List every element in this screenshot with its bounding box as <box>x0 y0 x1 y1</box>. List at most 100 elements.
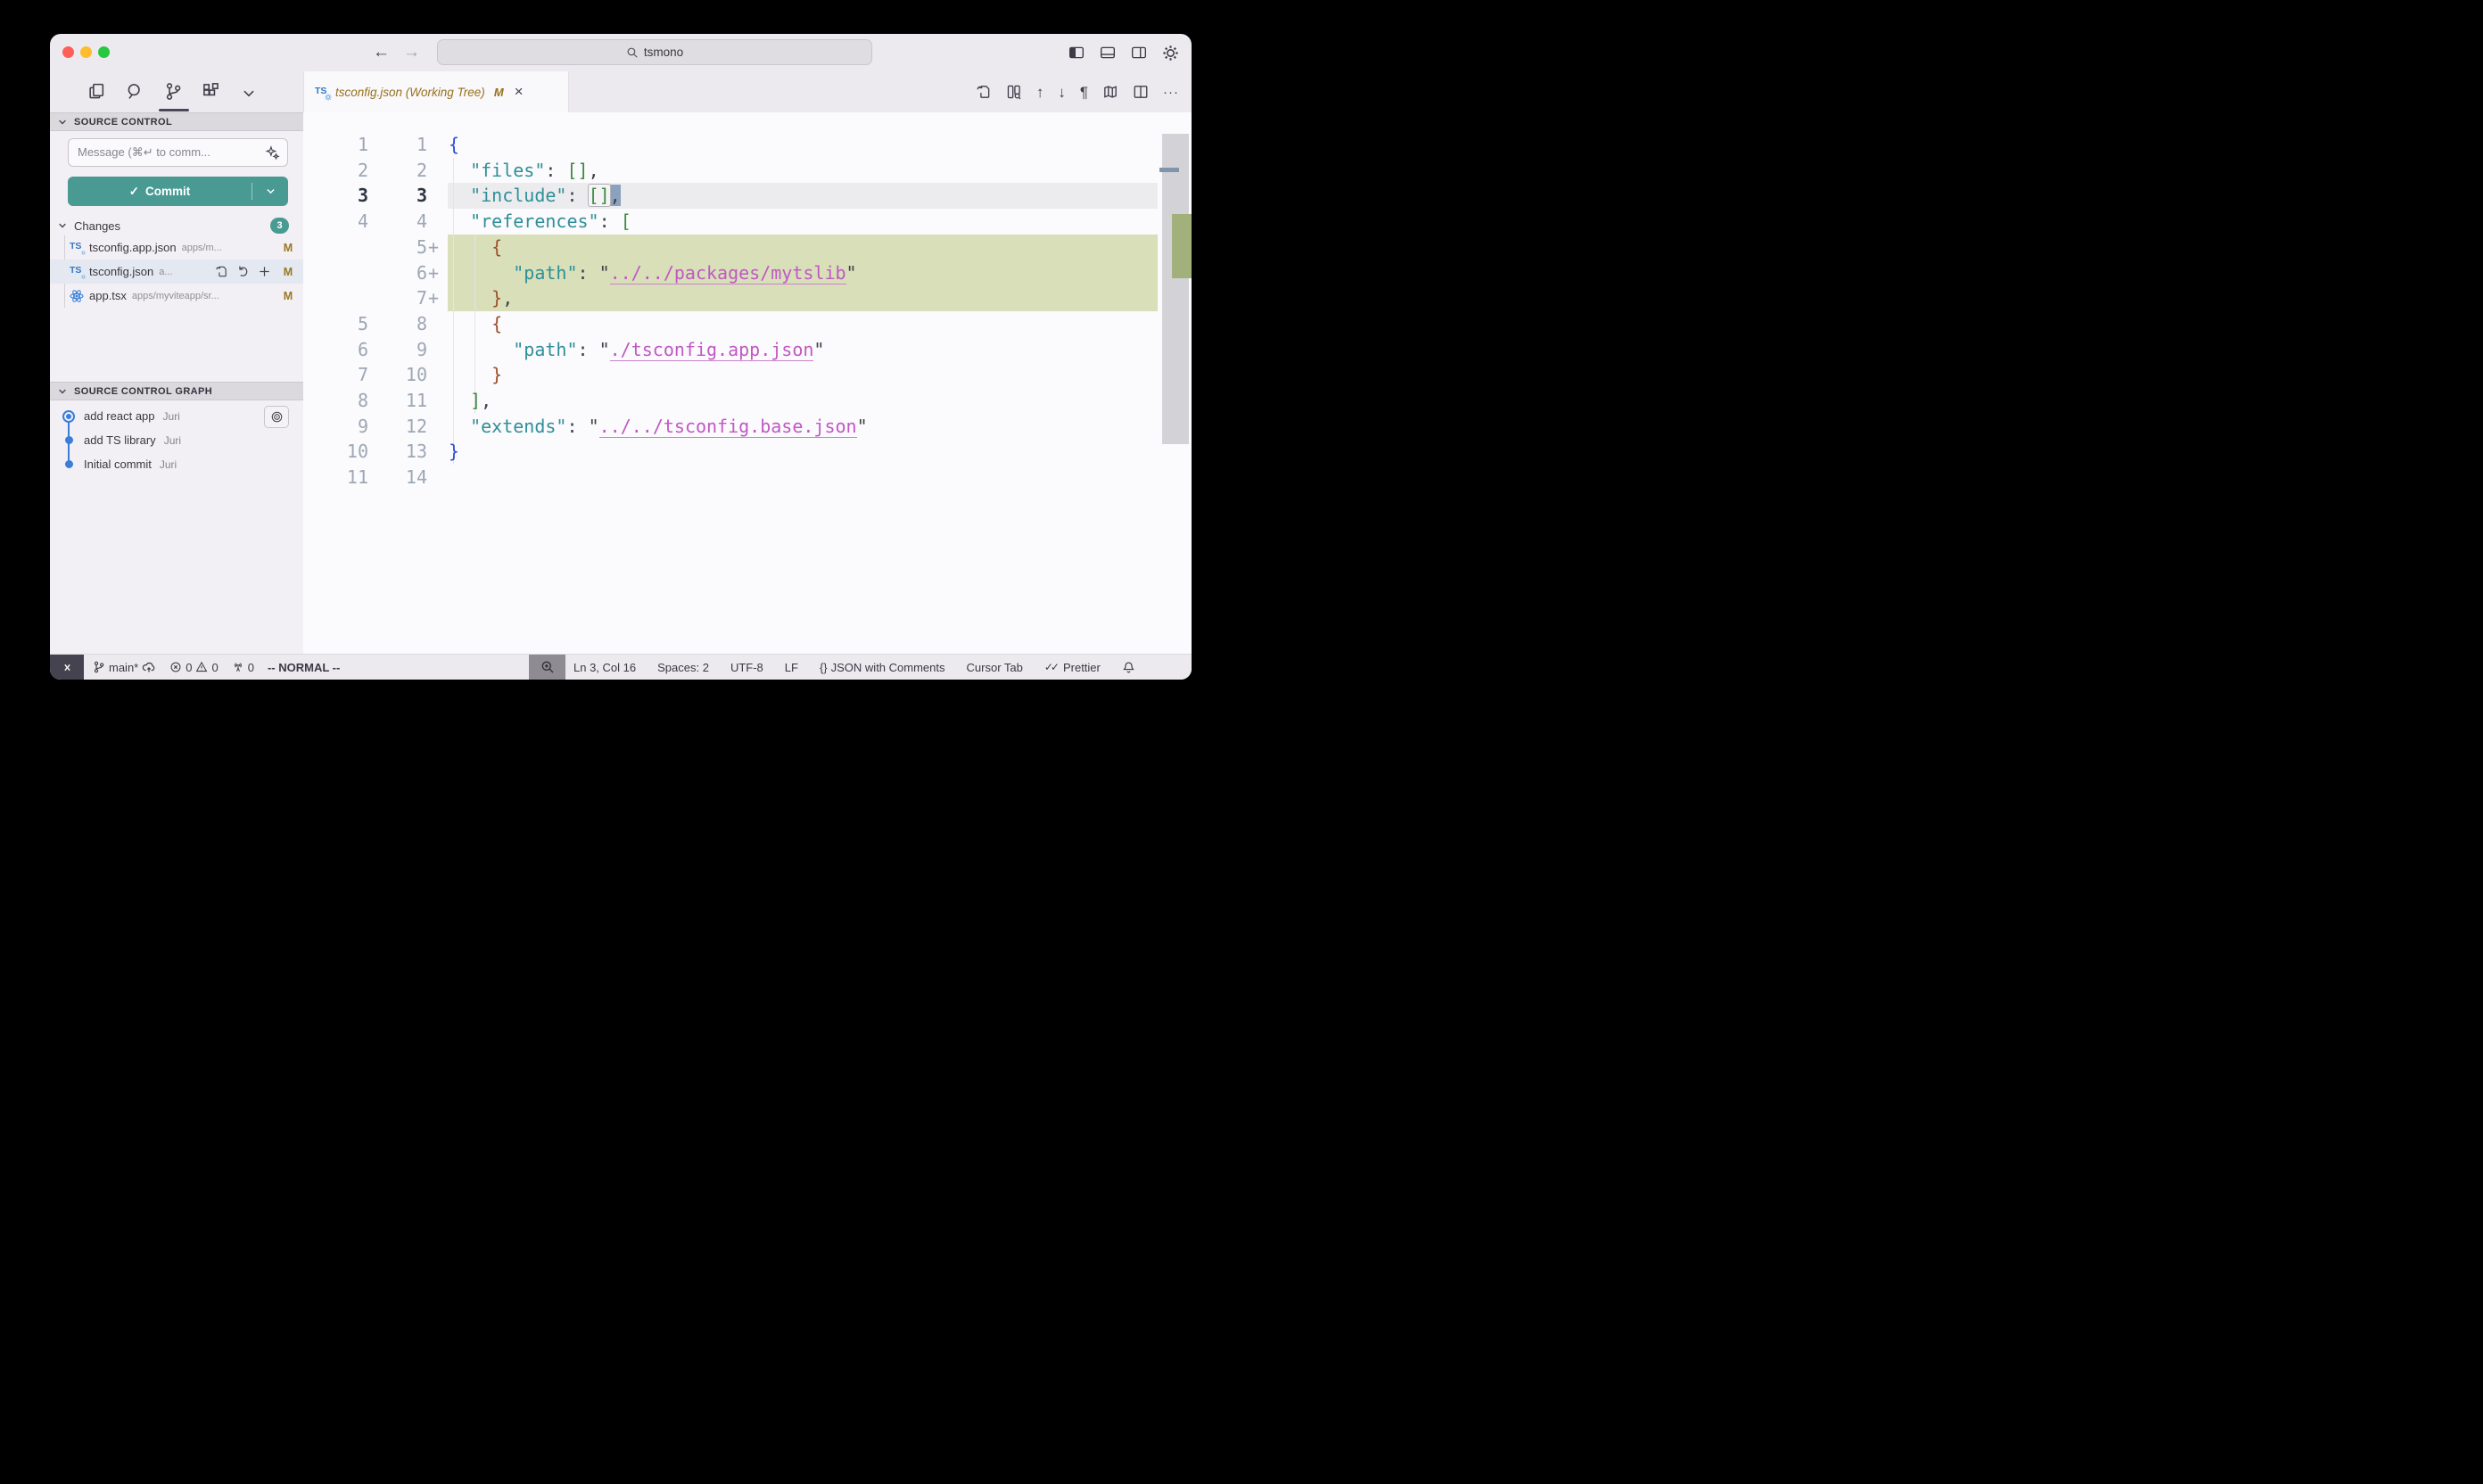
zoom-window-button[interactable] <box>98 46 110 58</box>
tab-tsconfig-working-tree[interactable]: TS tsconfig.json (Working Tree) M × <box>303 71 569 112</box>
changes-group-header[interactable]: Changes 3 <box>50 216 303 235</box>
minimize-window-button[interactable] <box>80 46 92 58</box>
new-line-number: 3 <box>368 183 427 209</box>
code-line[interactable]: 6+ "path": "../../packages/mytslib" <box>303 260 1192 286</box>
new-line-number: 4 <box>368 209 427 235</box>
vim-mode-indicator[interactable]: -- NORMAL -- <box>268 661 340 674</box>
new-line-number: 9 <box>368 337 427 363</box>
code-line[interactable]: 710 } <box>303 362 1192 388</box>
commit-dropdown-button[interactable] <box>252 186 288 197</box>
formatter-item[interactable]: ✓✓ Prettier <box>1044 661 1101 674</box>
new-line-number: 12 <box>368 414 427 440</box>
ports-count: 0 <box>248 661 254 674</box>
history-back-icon[interactable]: ← <box>373 34 390 71</box>
code-line[interactable]: 7+ }, <box>303 285 1192 311</box>
code-text: "references": [ <box>449 209 631 235</box>
old-line-number: 4 <box>303 209 368 235</box>
changed-file-row[interactable]: TS tsconfig.app.json apps/m... M <box>50 235 303 260</box>
render-whitespace-icon[interactable]: ¶ <box>1080 85 1088 100</box>
toggle-panel-icon[interactable] <box>1100 45 1116 61</box>
code-line[interactable]: 58 { <box>303 311 1192 337</box>
source-control-icon[interactable] <box>164 82 183 101</box>
changes-label: Changes <box>74 219 270 233</box>
check-icon: ✓ <box>129 185 139 199</box>
code-line[interactable]: 33 "include": [], <box>303 183 1192 209</box>
changed-file-row-selected[interactable]: TS tsconfig.json a... M <box>50 260 303 284</box>
sparkle-ai-icon[interactable] <box>265 145 280 161</box>
branch-status-item[interactable]: main* <box>93 660 156 674</box>
file-path: apps/myviteapp/sr... <box>132 291 276 301</box>
ports-status-item[interactable]: 0 <box>232 661 254 674</box>
scrollbar-slider[interactable] <box>1162 134 1189 444</box>
open-file-action-icon[interactable] <box>215 265 228 278</box>
notifications-bell-icon[interactable] <box>1122 661 1135 674</box>
close-window-button[interactable] <box>62 46 74 58</box>
command-center-search[interactable]: tsmono <box>437 39 872 65</box>
remote-indicator[interactable] <box>50 655 84 680</box>
code-line[interactable]: 11{ <box>303 132 1192 158</box>
previous-change-icon[interactable]: ↑ <box>1036 85 1044 100</box>
old-line-number: 11 <box>303 465 368 491</box>
added-line-plus: + <box>428 260 439 286</box>
double-check-icon: ✓✓ <box>1044 661 1057 673</box>
modified-badge: M <box>276 266 300 278</box>
file-path: a... <box>159 267 215 277</box>
commit-row[interactable]: Initial commit Juri <box>50 452 303 476</box>
old-line-number: 6 <box>303 337 368 363</box>
more-actions-icon[interactable]: ··· <box>1163 86 1179 99</box>
code-line[interactable]: 5+ { <box>303 235 1192 260</box>
source-control-section-header[interactable]: SOURCE CONTROL <box>50 112 303 131</box>
stage-changes-icon[interactable] <box>258 265 271 278</box>
activity-bar <box>50 71 303 112</box>
added-line-plus: + <box>428 235 439 260</box>
language-mode-item[interactable]: {} JSON with Comments <box>820 661 945 674</box>
editor-actions: ↑ ↓ ¶ ··· <box>976 71 1179 112</box>
inline-diff-view-icon[interactable] <box>1006 84 1022 100</box>
commit-row[interactable]: add react app Juri <box>50 404 303 428</box>
file-name: tsconfig.json <box>89 265 153 278</box>
tsconfig-file-icon: TS <box>70 241 84 254</box>
code-line[interactable]: 69 "path": "./tsconfig.app.json" <box>303 337 1192 363</box>
eol-item[interactable]: LF <box>785 661 798 674</box>
commit-message: add TS library <box>84 433 156 447</box>
code-line[interactable]: 44 "references": [ <box>303 209 1192 235</box>
commit-button[interactable]: ✓ Commit <box>68 177 288 206</box>
diff-editor[interactable]: 11{22 "files": [],33 "include": [],44 "r… <box>303 112 1192 654</box>
cursor-position-item[interactable]: Ln 3, Col 16 <box>573 661 636 674</box>
changed-file-row[interactable]: app.tsx apps/myviteapp/sr... M <box>50 284 303 308</box>
code-text: "extends": "../../tsconfig.base.json" <box>449 414 868 440</box>
code-text: } <box>449 362 502 388</box>
commit-row[interactable]: add TS library Juri <box>50 428 303 452</box>
problems-status-item[interactable]: 0 0 <box>169 661 218 674</box>
next-change-icon[interactable]: ↓ <box>1058 85 1066 100</box>
code-line[interactable]: 22 "files": [], <box>303 158 1192 184</box>
goto-current-history-item-button[interactable] <box>264 406 289 428</box>
more-views-chevron-icon[interactable] <box>241 86 257 102</box>
screencast-zoom-indicator[interactable] <box>529 655 565 680</box>
cursor-tab-item[interactable]: Cursor Tab <box>967 661 1023 674</box>
minimap-icon[interactable] <box>1102 84 1118 100</box>
settings-gear-icon[interactable] <box>1162 45 1179 62</box>
explorer-icon[interactable] <box>87 82 106 101</box>
source-control-graph-header[interactable]: SOURCE CONTROL GRAPH <box>50 382 303 400</box>
toggle-secondary-sidebar-icon[interactable] <box>1131 45 1147 61</box>
new-line-number: 13 <box>368 439 427 465</box>
discard-changes-icon[interactable] <box>236 265 250 278</box>
commit-author: Juri <box>160 458 177 471</box>
extensions-icon[interactable] <box>202 82 220 101</box>
tab-close-icon[interactable]: × <box>515 83 524 101</box>
toggle-primary-sidebar-icon[interactable] <box>1068 45 1085 61</box>
code-line[interactable]: 811 ], <box>303 388 1192 414</box>
code-line[interactable]: 912 "extends": "../../tsconfig.base.json… <box>303 414 1192 440</box>
code-line[interactable]: 1114 <box>303 465 1192 491</box>
split-editor-icon[interactable] <box>1133 84 1149 100</box>
indentation-item[interactable]: Spaces: 2 <box>657 661 709 674</box>
commit-author: Juri <box>164 434 181 447</box>
encoding-item[interactable]: UTF-8 <box>730 661 763 674</box>
search-view-icon[interactable] <box>126 82 144 101</box>
history-forward-icon[interactable]: → <box>403 34 420 71</box>
open-file-icon[interactable] <box>976 84 992 100</box>
commit-message-input[interactable]: Message (⌘↵ to comm... <box>68 138 288 167</box>
commit-message: Initial commit <box>84 458 152 471</box>
code-line[interactable]: 1013} <box>303 439 1192 465</box>
